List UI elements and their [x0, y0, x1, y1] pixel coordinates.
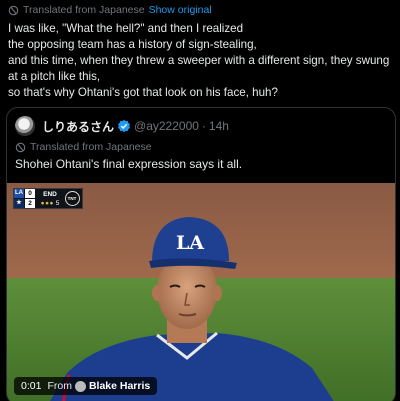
- quoted-user-avatar[interactable]: [15, 116, 35, 136]
- post-text: I was like, "What the hell?" and then I …: [8, 21, 396, 101]
- quoted-translation-notice: Translated from Japanese: [15, 140, 152, 154]
- quoted-user-handle[interactable]: @ay222000: [134, 119, 199, 133]
- quoted-post-header: しりあるさん @ay222000 · 14h: [15, 115, 229, 137]
- video-frame: LA: [7, 183, 395, 401]
- scorebug-teams: LA 0 ★ 2: [14, 189, 38, 208]
- translated-label: Translated from Japanese: [30, 141, 152, 153]
- video-player[interactable]: LA LA 0 ★ 2 END ●●● 5 TNT 0:01 From Blak…: [7, 183, 395, 401]
- network-name: TNT: [67, 196, 77, 201]
- scorebug-team1: LA 0: [14, 189, 38, 199]
- team1-logo: LA: [14, 189, 24, 199]
- scorebug-team2: ★ 2: [14, 198, 38, 209]
- outs-count: 5: [55, 199, 60, 207]
- team2-logo: ★: [14, 198, 24, 208]
- translated-label: Translated from Japanese: [23, 4, 145, 16]
- video-timestamp: 0:01: [21, 380, 42, 392]
- show-original-link[interactable]: Show original: [149, 4, 212, 16]
- source-avatar: [74, 380, 86, 392]
- post-text-line: I was like, "What the hell?" and then I …: [8, 22, 244, 35]
- post-text-line: at a pitch like this,: [8, 70, 101, 83]
- team1-score: 0: [25, 189, 35, 199]
- cap-logo: LA: [176, 232, 204, 254]
- inning-label: END: [43, 190, 57, 198]
- translate-globe-icon: [8, 5, 19, 15]
- tnt-logo: TNT: [64, 191, 80, 206]
- post-text-line: so that's why Ohtani's got that look on …: [8, 86, 278, 99]
- from-label: From: [47, 380, 72, 392]
- quoted-post-text: Shohei Ohtani's final expression says it…: [15, 157, 243, 171]
- source-name[interactable]: Blake Harris: [89, 380, 150, 392]
- quoted-post-card[interactable]: しりあるさん @ay222000 · 14h Translated from J…: [6, 107, 396, 401]
- verified-badge-icon: [118, 119, 131, 133]
- translate-globe-icon: [15, 142, 26, 152]
- post-text-line: and this time, when they threw a sweeper…: [8, 54, 390, 67]
- team2-score: 2: [25, 198, 35, 208]
- outs-row: ●●● 5: [41, 199, 60, 208]
- post-translation-notice: Translated from Japanese Show original: [8, 2, 212, 18]
- network-bug: TNT: [62, 189, 82, 208]
- video-source-pill[interactable]: 0:01 From Blake Harris: [14, 377, 158, 395]
- quoted-user-name[interactable]: しりあるさん: [42, 118, 114, 135]
- scorebug: LA 0 ★ 2 END ●●● 5 TNT: [13, 188, 83, 209]
- scorebug-inning: END ●●● 5: [38, 189, 62, 208]
- quoted-post-time[interactable]: 14h: [209, 119, 229, 133]
- post-text-line: the opposing team has a history of sign-…: [8, 38, 257, 51]
- outs-dots: ●●●: [40, 199, 54, 207]
- separator-dot: ·: [201, 119, 206, 133]
